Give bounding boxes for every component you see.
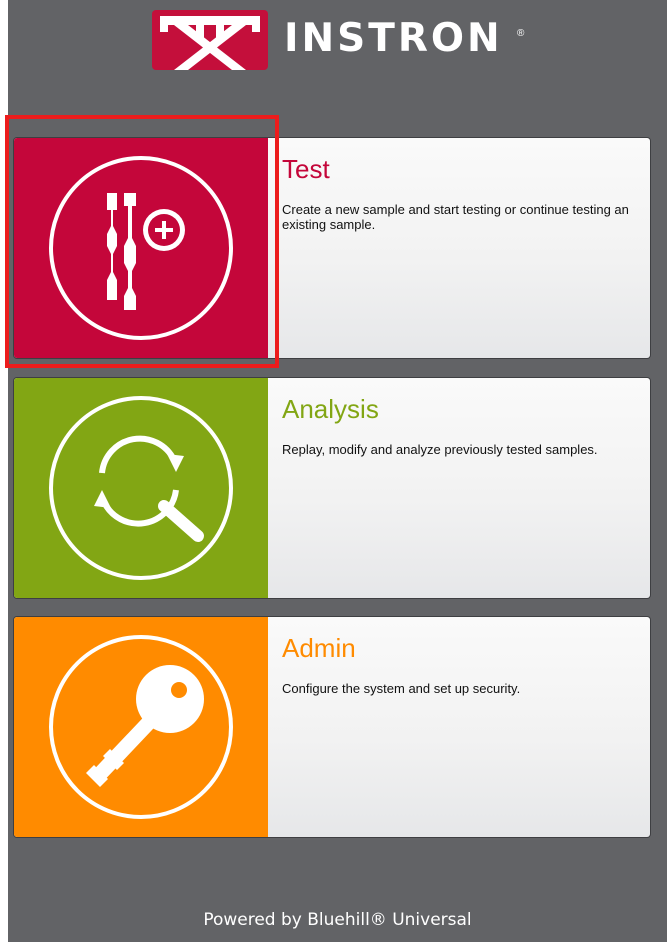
analysis-tile: [14, 378, 268, 598]
admin-tile: [14, 617, 268, 837]
instron-frame-logo-icon: [160, 16, 260, 70]
test-description: Create a new sample and start testing or…: [282, 202, 629, 232]
footer-powered-by: Powered by Bluehill® Universal: [203, 910, 472, 930]
instron-logo: [152, 10, 268, 70]
magnifier-refresh-icon: [49, 396, 233, 580]
analysis-description: Replay, modify and analyze previously te…: [282, 442, 598, 457]
brand-registered-mark: ®: [517, 28, 525, 39]
selection-highlight: [5, 115, 279, 368]
brand-name: INSTRON: [284, 16, 503, 61]
admin-card[interactable]: Admin Configure the system and set up se…: [14, 617, 650, 837]
key-icon: [49, 635, 233, 819]
analysis-card[interactable]: Analysis Replay, modify and analyze prev…: [14, 378, 650, 598]
analysis-title: Analysis: [282, 394, 379, 424]
admin-title: Admin: [282, 633, 356, 663]
test-title: Test: [282, 154, 330, 184]
admin-description: Configure the system and set up security…: [282, 681, 521, 696]
